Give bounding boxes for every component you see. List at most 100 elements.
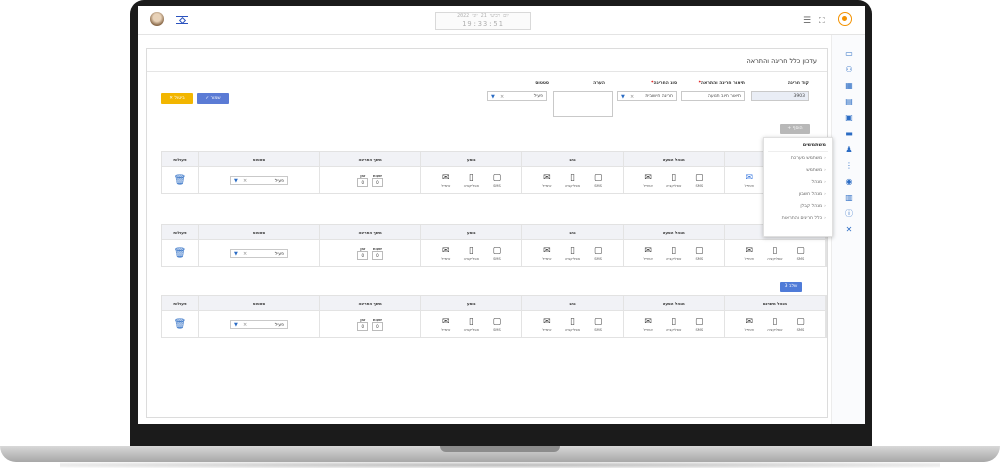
- menu-item-manager[interactable]: ‹מנהל: [764, 176, 832, 188]
- duration-input[interactable]: זמן 0: [356, 247, 369, 260]
- mail-toggle[interactable]: ✉ אימייל: [434, 317, 458, 332]
- duration-input[interactable]: שעות 0: [371, 247, 384, 260]
- app-toggle[interactable]: ▯אפליקציה: [763, 317, 787, 332]
- app-toggle[interactable]: ▯אפליקציה: [662, 317, 686, 332]
- app-toggle[interactable]: ▯אפליקציה: [459, 317, 483, 332]
- mail-toggle[interactable]: ✉ אימייל: [636, 317, 660, 332]
- bus-icon[interactable]: ▣: [843, 113, 855, 123]
- mail-toggle[interactable]: ✉ אימייל: [434, 173, 458, 188]
- status-cell: פעיל ▼ ×: [198, 310, 320, 337]
- clear-icon[interactable]: ×: [243, 250, 247, 259]
- col-driver: נהג: [521, 225, 624, 240]
- app-toggle[interactable]: ▯אפליקציה: [662, 246, 686, 261]
- mail-toggle[interactable]: ✉ אימייל: [636, 246, 660, 261]
- sms-toggle[interactable]: ▢SMS: [687, 317, 711, 332]
- actions-cell: 🗑: [162, 310, 199, 337]
- sms-toggle[interactable]: ▢SMS: [485, 317, 509, 332]
- monitor-icon[interactable]: ▭: [843, 49, 855, 59]
- user-group-icon[interactable]: ♟: [843, 145, 855, 155]
- clear-icon[interactable]: ×: [243, 177, 247, 186]
- chevron-down-icon: ▼: [234, 250, 238, 257]
- main-panel: עדכון כלל חריגה והתראה קוד חריגה 3903 תי…: [146, 48, 828, 418]
- mail-toggle[interactable]: ✉ אימייל: [535, 246, 559, 261]
- menu-item-contractor-manager[interactable]: ‹מנהל קבלן: [764, 200, 832, 212]
- app-toggle[interactable]: ▯אפליקציה: [561, 173, 585, 188]
- mail-toggle[interactable]: ✉ אימייל: [434, 246, 458, 261]
- rule-code-field[interactable]: 3903: [751, 91, 809, 101]
- sms-toggle[interactable]: ▢SMS: [789, 246, 813, 261]
- menu-item-system-user[interactable]: ‹משתמש מערכת: [764, 152, 832, 164]
- sms-toggle[interactable]: ▢SMS: [485, 173, 509, 188]
- mail-toggle[interactable]: ✉ אימייל: [535, 173, 559, 188]
- rule-type-select[interactable]: חריגה חישובית ▼ ×: [617, 91, 677, 101]
- app-toggle[interactable]: ▯אפליקציה: [561, 317, 585, 332]
- app-logo[interactable]: [838, 12, 852, 26]
- note-textarea[interactable]: [553, 91, 613, 117]
- car-icon[interactable]: ▬: [843, 129, 855, 139]
- cancel-button[interactable]: ✕ ביטול: [161, 93, 193, 104]
- users-icon[interactable]: ⚇: [843, 65, 855, 75]
- sms-toggle[interactable]: ▢SMS: [485, 246, 509, 261]
- row-status-select[interactable]: פעיל ▼ ×: [230, 248, 288, 259]
- globe-icon[interactable]: ◉: [843, 177, 855, 187]
- sms-toggle[interactable]: ▢SMS: [586, 317, 610, 332]
- trash-icon[interactable]: 🗑: [174, 248, 187, 259]
- row-status-select[interactable]: פעיל ▼ ×: [230, 319, 288, 330]
- app-toggle[interactable]: ▯אפליקציה: [459, 246, 483, 261]
- app-screen: 2022 יום רביעי 21 יוני 19:33:51 ☰ ⛶ ▭ ⚇ …: [138, 6, 865, 424]
- driver-cell: ▢ SMS ▯ אפליקציה ✉ אימייל: [521, 310, 624, 337]
- fullscreen-icon[interactable]: ⛶: [819, 16, 825, 26]
- trash-icon[interactable]: 🗑: [174, 319, 187, 330]
- duration-input[interactable]: שעות 0: [371, 174, 384, 187]
- add-step-button[interactable]: + הוסף: [780, 124, 810, 134]
- actions-cell: 🗑: [162, 239, 199, 266]
- mail-toggle[interactable]: ✉ אימייל: [737, 246, 761, 261]
- rule-desc-field[interactable]: תיאור חיוב תנועה: [681, 91, 745, 101]
- app-toggle[interactable]: ▯אפליקציה: [561, 246, 585, 261]
- mail-toggle[interactable]: ✉ אימייל: [737, 317, 761, 332]
- step-2-table: מנהל משרגם מנהל הסעה נהג נוסע משך החריגה…: [161, 224, 827, 267]
- avatar[interactable]: [150, 12, 164, 26]
- save-button[interactable]: ✓ שמור: [197, 93, 229, 104]
- tools-icon[interactable]: ✕: [843, 225, 855, 235]
- mail-toggle[interactable]: ✉ אימייל: [535, 317, 559, 332]
- info-icon[interactable]: ⓘ: [843, 209, 855, 219]
- sms-toggle[interactable]: ▢SMS: [586, 246, 610, 261]
- chevron-down-icon: ▼: [234, 321, 238, 328]
- sms-toggle[interactable]: ▢SMS: [687, 246, 711, 261]
- sms-toggle[interactable]: ▢SMS: [687, 173, 711, 188]
- mail-toggle[interactable]: ✉ אימייל: [636, 173, 660, 188]
- building-icon[interactable]: ▥: [843, 193, 855, 203]
- menu-item-user[interactable]: ‹משתמש: [764, 164, 832, 176]
- calendar-icon[interactable]: ▦: [843, 81, 855, 91]
- report-icon[interactable]: ▤: [843, 97, 855, 107]
- duration-input[interactable]: זמן 0: [356, 174, 369, 187]
- duration-input[interactable]: שעות 0: [371, 318, 384, 331]
- app-toggle[interactable]: ▯אפליקציה: [662, 173, 686, 188]
- mail-toggle[interactable]: ✉ אימייל: [737, 173, 761, 188]
- menu-item-account-manager[interactable]: ‹מנהל חשבון: [764, 188, 832, 200]
- app-toggle[interactable]: ▯אפליקציה: [763, 246, 787, 261]
- app-toggle[interactable]: ▯אפליקציה: [459, 173, 483, 188]
- tree-icon[interactable]: ⋮: [843, 161, 855, 171]
- phone-icon: ▯: [468, 316, 474, 327]
- trash-icon[interactable]: 🗑: [174, 175, 187, 186]
- clear-icon[interactable]: ×: [500, 92, 504, 100]
- col-transport-manager: מנהל הסעה: [623, 152, 725, 167]
- clear-icon[interactable]: ×: [243, 321, 247, 330]
- sms-toggle[interactable]: ▢SMS: [789, 317, 813, 332]
- phone-icon: ▯: [570, 316, 575, 327]
- duration-input[interactable]: זמן 0: [356, 318, 369, 331]
- step-3-badge[interactable]: שלב 3: [780, 282, 802, 292]
- col-passenger: נוסע: [420, 152, 523, 167]
- clear-icon[interactable]: ×: [630, 92, 634, 100]
- passenger-cell: ▢ SMS ▯ אפליקציה ✉ אימייל: [420, 239, 523, 266]
- israel-flag-icon[interactable]: [176, 16, 188, 24]
- menu-icon[interactable]: ☰: [803, 16, 811, 26]
- status-select[interactable]: פעיל ▼ ×: [487, 91, 547, 101]
- col-actions: פעולות: [162, 152, 199, 167]
- sms-toggle[interactable]: ▢SMS: [586, 173, 610, 188]
- menu-item-rules[interactable]: ‹כלל חריגים והתראות: [764, 212, 832, 224]
- chevron-down-icon: ▼: [621, 94, 625, 100]
- row-status-select[interactable]: פעיל ▼ ×: [230, 175, 288, 186]
